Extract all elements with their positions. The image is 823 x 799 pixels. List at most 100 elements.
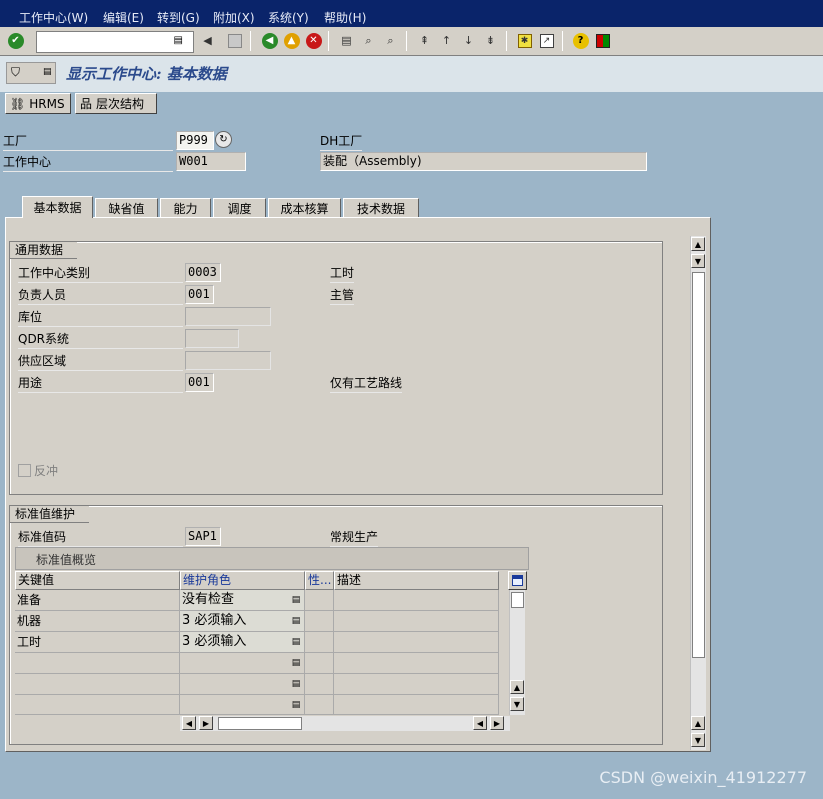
row-role[interactable]: 没有检查 [180,590,305,611]
backflush-label: 反冲 [34,464,59,478]
panel-scroll-thumb[interactable] [692,272,705,658]
table-vertical-scrollbar[interactable]: ▲ ▼ [509,590,525,715]
workcenter-label: 工作中心 [3,152,173,172]
row-param[interactable] [305,674,334,695]
refresh-icon[interactable]: ↻ [215,131,232,148]
hierarchy-button[interactable]: 品层次结构 [75,93,157,114]
clipboard-icon[interactable]: ▤ [174,35,183,46]
table-horizontal-scrollbar[interactable]: ◀ ▶ ◀ ▶ [180,716,510,731]
shortcut-icon[interactable]: ↗ [537,31,556,50]
workcenter-field[interactable]: W001 [176,152,246,171]
backflush-checkbox[interactable] [18,464,31,477]
column-header-key[interactable]: 关键值 [15,571,180,590]
f4-help-icon[interactable]: ▤ [291,595,301,605]
row-param[interactable] [305,653,334,674]
row-desc [334,695,499,715]
storage-location-label: 库位 [18,307,183,327]
workcenter-category-field[interactable]: 0003 [185,263,221,282]
usage-label: 用途 [18,373,183,393]
scroll-down-icon[interactable]: ▼ [510,697,524,711]
scroll-down-icon[interactable]: ▼ [691,733,705,747]
scroll-up-icon[interactable]: ▲ [691,237,705,251]
column-header-param[interactable]: 性... [305,571,334,590]
panel-vertical-scrollbar[interactable]: ▲ ▼ ▲ ▼ [690,236,706,750]
hrms-button[interactable]: ⛓ HRMS [5,93,71,114]
row-key [15,653,180,674]
scroll-left-icon[interactable]: ◀ [473,716,487,730]
table-settings-icon[interactable] [508,571,527,590]
tab-technical-data[interactable]: 技术数据 [343,198,419,218]
command-field[interactable]: ▤ [36,31,194,53]
collapse-command-icon[interactable]: ◀ [198,31,217,50]
scroll-left-icon[interactable]: ◀ [182,716,196,730]
row-param[interactable] [305,695,334,715]
usage-field[interactable]: 001 [185,373,214,392]
find-next-icon[interactable]: ⌕ [381,31,400,50]
tab-scheduling[interactable]: 调度 [213,198,266,218]
row-desc [334,674,499,695]
horizontal-scroll-thumb[interactable] [218,717,302,730]
f4-help-icon[interactable]: ▤ [291,679,301,689]
qdr-system-field[interactable] [185,329,239,348]
find-icon[interactable]: ⌕ [359,31,378,50]
menu-help[interactable]: 帮助(H) [324,9,366,26]
plant-field[interactable]: P999 [176,131,214,150]
link-icon: ⛓ [10,96,26,111]
row-role[interactable]: 3 必须输入 [180,632,305,653]
screen-menu-button[interactable]: ⛉ ▤ [6,62,56,84]
tab-costing[interactable]: 成本核算 [268,198,341,218]
scroll-up-icon[interactable]: ▲ [691,716,705,730]
row-key [15,674,180,695]
f4-help-icon[interactable]: ▤ [291,637,301,647]
storage-location-field[interactable] [185,307,271,326]
exit-icon[interactable]: ▲ [282,31,301,50]
hierarchy-label: 层次结构 [96,97,145,111]
f4-help-icon[interactable]: ▤ [291,616,301,626]
f4-help-icon[interactable]: ▤ [291,658,301,668]
tab-basic-data[interactable]: 基本数据 [22,196,93,218]
f4-help-icon[interactable]: ▤ [291,700,301,710]
cancel-icon[interactable]: ✕ [304,31,323,50]
next-page-icon[interactable]: ↓ [459,31,478,50]
tab-defaults[interactable]: 缺省值 [95,198,158,218]
usage-desc: 仅有工艺路线 [330,373,403,393]
help-icon[interactable]: ? [571,31,590,50]
save-icon[interactable] [225,31,244,50]
standard-key-field[interactable]: SAP1 [185,527,221,546]
last-page-icon[interactable]: ⇟ [481,31,500,50]
table-scroll-thumb[interactable] [511,592,524,608]
menu-system[interactable]: 系统(Y) [268,9,309,26]
scroll-up-icon[interactable]: ▲ [510,680,524,694]
menu-edit[interactable]: 编辑(E) [103,9,144,26]
new-session-icon[interactable]: ✱ [515,31,534,50]
print-icon[interactable]: ▤ [337,31,356,50]
menu-extras[interactable]: 附加(X) [213,9,255,26]
row-role[interactable]: 3 必须输入 [180,611,305,632]
menu-goto[interactable]: 转到(G) [157,9,200,26]
supply-area-field[interactable] [185,351,271,370]
hrms-label: HRMS [29,96,65,111]
row-role[interactable] [180,695,305,715]
row-role[interactable] [180,674,305,695]
row-param[interactable] [305,632,334,653]
first-page-icon[interactable]: ⇞ [415,31,434,50]
column-header-role[interactable]: 维护角色 [180,571,305,590]
row-param[interactable] [305,590,334,611]
row-key [15,695,180,715]
hierarchy-icon: 品 [80,97,93,111]
column-header-desc[interactable]: 描述 [334,571,499,590]
prev-page-icon[interactable]: ↑ [437,31,456,50]
row-param[interactable] [305,611,334,632]
tab-capacity[interactable]: 能力 [160,198,211,218]
layout-icon[interactable] [593,31,612,50]
back-icon[interactable]: ◀ [260,31,279,50]
scroll-down-icon[interactable]: ▼ [691,254,705,268]
workcenter-category-desc: 工时 [330,263,355,283]
scroll-right-icon[interactable]: ▶ [199,716,213,730]
scroll-right-icon[interactable]: ▶ [490,716,504,730]
responsible-person-field[interactable]: 001 [185,285,214,304]
row-desc [334,653,499,674]
menu-workcenter[interactable]: 工作中心(W) [19,9,88,26]
row-role[interactable] [180,653,305,674]
enter-icon[interactable]: ✔ [6,31,25,50]
